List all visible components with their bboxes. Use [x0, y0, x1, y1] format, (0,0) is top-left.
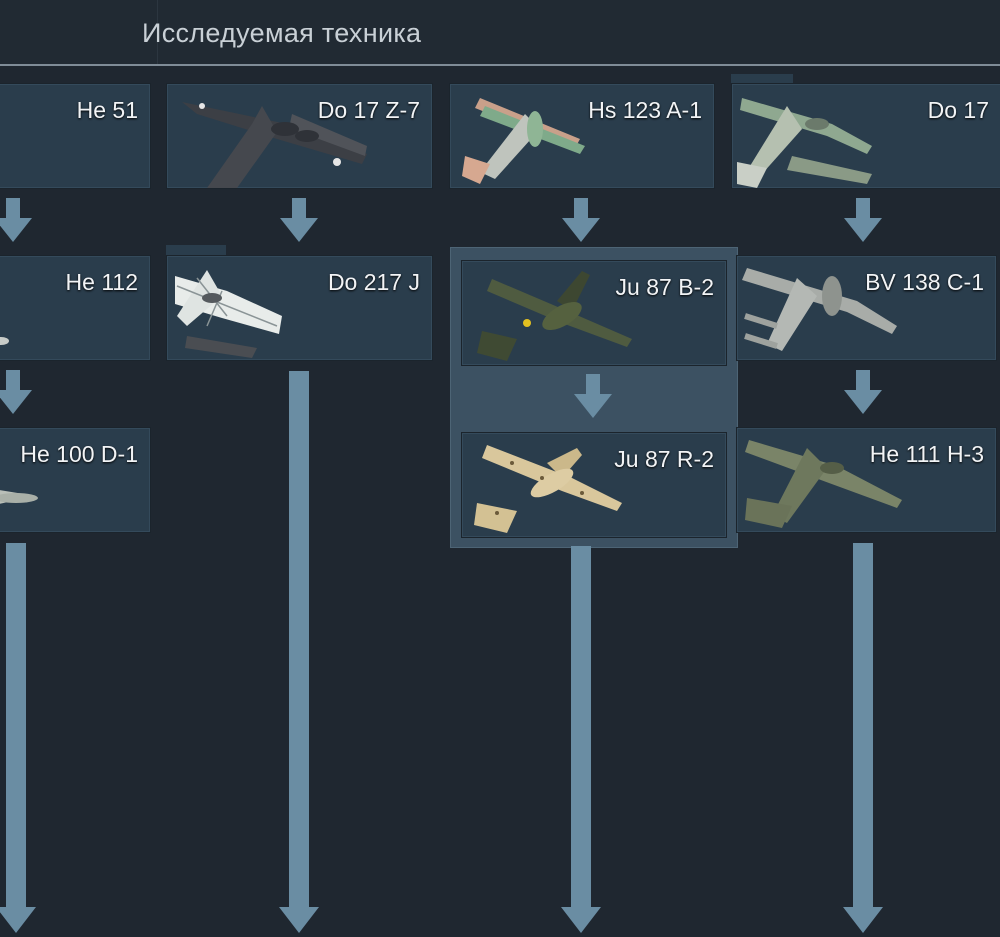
arrow-down-icon	[574, 374, 612, 418]
vehicle-name: Do 17 Z-7	[317, 97, 420, 123]
vehicle-card-bv138[interactable]: BV 138 C-1	[736, 255, 997, 361]
arrow-down-icon	[0, 907, 36, 933]
research-header: Исследуемая техника	[0, 0, 1000, 66]
page-title: Исследуемая техника	[142, 18, 422, 48]
continuation-line	[6, 543, 26, 915]
header-underline	[0, 64, 1000, 66]
vehicle-card-hs123[interactable]: Hs 123 A-1	[449, 83, 715, 189]
arrow-down-icon	[844, 370, 882, 414]
vehicle-name: Do 17	[927, 97, 989, 123]
vehicle-name: He 112	[65, 269, 138, 295]
arrow-down-icon	[843, 907, 883, 933]
vehicle-card-ju87b2[interactable]: Ju 87 B-2	[461, 260, 727, 366]
vehicle-name: He 111 H-3	[869, 441, 984, 467]
arrow-down-icon	[561, 907, 601, 933]
vehicle-card-do17z7[interactable]: Do 17 Z-7	[166, 83, 433, 189]
vehicle-name: Ju 87 R-2	[614, 446, 714, 472]
arrow-down-icon	[844, 198, 882, 242]
arrow-down-icon	[562, 198, 600, 242]
arrow-down-icon	[0, 198, 32, 242]
vehicle-card-he100[interactable]: He 100 D-1	[0, 427, 151, 533]
continuation-line	[571, 546, 591, 915]
vehicle-card-he112[interactable]: He 112	[0, 255, 151, 361]
vehicle-name: Ju 87 B-2	[615, 274, 714, 300]
arrow-down-icon	[280, 198, 318, 242]
vehicle-card-ju87r2[interactable]: Ju 87 R-2	[461, 432, 727, 538]
vehicle-name: BV 138 C-1	[865, 269, 984, 295]
vehicle-name: He 100 D-1	[20, 441, 138, 467]
vehicle-card-do17[interactable]: Do 17	[731, 83, 1000, 189]
vehicle-name: Do 217 J	[327, 269, 420, 295]
vehicle-card-he111h3[interactable]: He 111 H-3	[736, 427, 997, 533]
vehicle-name: He 51	[76, 97, 138, 123]
arrow-down-icon	[0, 370, 32, 414]
vehicle-card-he51[interactable]: He 51	[0, 83, 151, 189]
arrow-down-icon	[279, 907, 319, 933]
vehicle-name: Hs 123 A-1	[588, 97, 702, 123]
vehicle-card-do217j[interactable]: Do 217 J	[166, 255, 433, 361]
continuation-line	[289, 371, 309, 915]
continuation-line	[853, 543, 873, 915]
